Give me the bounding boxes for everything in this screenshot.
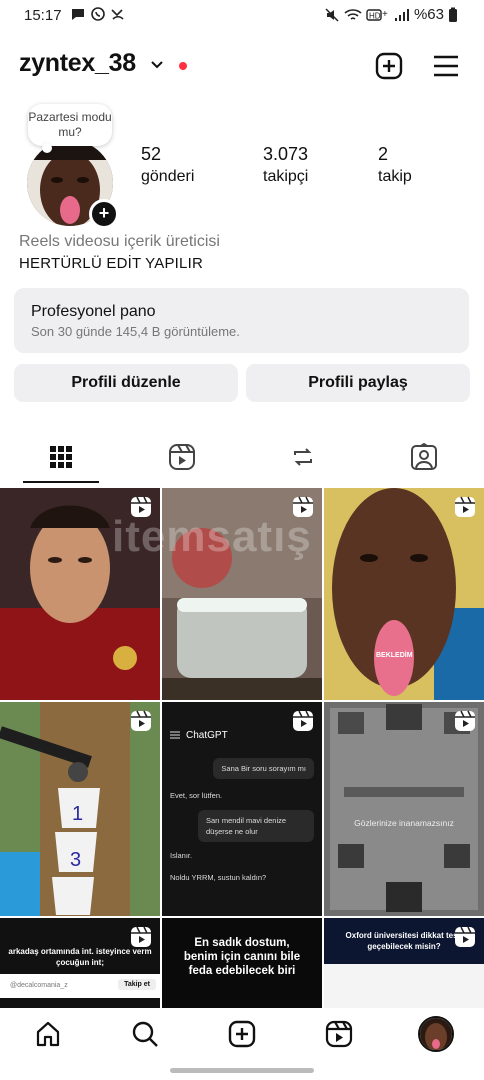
stat-followers-label: takipçi: [263, 168, 309, 185]
notification-dot: [179, 62, 187, 70]
signal-icon: [394, 8, 409, 21]
status-bar: 15:17 HD + %63: [0, 0, 484, 32]
game-caption: Gözlerinize inanamazsınız: [354, 818, 454, 828]
grid-post-5-chat[interactable]: ChatGPT Sana Bir soru sorayım mı Evet, s…: [162, 702, 322, 916]
chat-message-5: Noldu YRRM, sustun kaldın?: [170, 873, 267, 882]
stat-posts-count: 52: [141, 144, 162, 164]
svg-text:HD: HD: [369, 11, 381, 20]
home-indicator: [170, 1068, 314, 1073]
post-7-user-bar: @decalcomania_z Takip et: [0, 974, 160, 998]
note-bubble[interactable]: Pazartesi modu mu?: [28, 104, 112, 146]
chat-message-4: Islanır.: [170, 851, 193, 860]
svg-text:1: 1: [72, 803, 83, 825]
share-profile-button[interactable]: Profili paylaş: [246, 364, 470, 402]
tab-reels[interactable]: [121, 432, 242, 482]
reel-badge-icon: [455, 496, 475, 517]
reel-badge-icon: [131, 710, 151, 731]
status-time: 15:17: [24, 7, 62, 24]
chat-app-title: ChatGPT: [186, 730, 228, 741]
menu-icon[interactable]: [433, 54, 459, 78]
nav-reels[interactable]: [323, 1018, 355, 1050]
professional-dashboard[interactable]: Profesyonel pano Son 30 günde 145,4 B gö…: [14, 288, 469, 353]
post-7-text: arkadaş ortamında int. isteyince verm ço…: [8, 947, 152, 967]
post-8-text: En sadık dostum, benim için canını bile …: [183, 937, 301, 977]
post-7-follow: Takip et: [118, 979, 156, 990]
grid-post-6[interactable]: Gözlerinize inanamazsınız: [324, 702, 484, 916]
repost-icon: [293, 448, 312, 466]
tab-reposts[interactable]: [242, 432, 363, 482]
username[interactable]: zyntex_38: [19, 49, 136, 78]
chat-menu-icon: [170, 731, 180, 739]
profile-tabs: [0, 432, 484, 486]
active-tab-indicator: [23, 481, 99, 483]
reel-badge-icon: [131, 926, 151, 947]
grid-post-1[interactable]: [0, 488, 160, 700]
reel-badge-icon: [293, 496, 313, 517]
post-9-text: Oxford üniversitesi dikkat testi geçebil…: [345, 931, 463, 951]
note-bubble-tail: [42, 143, 52, 153]
nav-profile-avatar[interactable]: [418, 1016, 454, 1052]
chat-message-1: Sana Bir soru sorayım mı: [213, 758, 314, 779]
post-7-user: @decalcomania_z: [10, 982, 68, 989]
bio-category: Reels videosu içerik üreticisi: [19, 233, 220, 250]
chevron-down-icon[interactable]: [150, 60, 164, 70]
pro-dashboard-title: Profesyonel pano: [31, 303, 156, 320]
nav-search[interactable]: [129, 1018, 161, 1050]
home-icon: [36, 1021, 60, 1047]
bio-text: HERTÜRLÜ EDİT YAPILIR: [19, 255, 203, 272]
svg-text:3: 3: [70, 849, 81, 871]
tab-tagged[interactable]: [363, 432, 484, 482]
post-9-image-area: [324, 964, 484, 1008]
reel-badge-icon: [293, 710, 313, 731]
missed-call-icon: [111, 9, 124, 20]
battery-icon: [449, 7, 457, 22]
grid-post-8[interactable]: En sadık dostum, benim için canını bile …: [162, 918, 322, 1008]
profile-header: zyntex_38: [0, 46, 484, 86]
stat-posts[interactable]: 52 gönderi: [141, 144, 194, 186]
post-3-caption: BEKLEDİM: [376, 652, 413, 659]
reels-icon: [325, 1020, 353, 1048]
search-icon: [132, 1021, 158, 1047]
mute-icon: [325, 7, 339, 22]
tab-posts-grid[interactable]: [0, 432, 121, 482]
create-icon[interactable]: [375, 52, 403, 80]
add-story-button[interactable]: +: [89, 199, 119, 229]
status-system-icons: HD + %63: [324, 6, 458, 23]
grid-post-2[interactable]: [162, 488, 322, 700]
stat-followers-count: 3.073: [263, 144, 309, 164]
reel-badge-icon: [131, 496, 151, 517]
whatsapp-icon: [91, 7, 105, 21]
grid-post-9[interactable]: Oxford üniversitesi dikkat testi geçebil…: [324, 918, 484, 1008]
svg-text:+: +: [382, 9, 388, 20]
nav-create[interactable]: [226, 1018, 258, 1050]
stat-followers[interactable]: 3.073 takipçi: [263, 144, 308, 186]
create-post-icon: [228, 1020, 256, 1048]
chat-message-3: Sarı mendil mavi denize düşerse ne olur: [198, 810, 314, 842]
grid-post-4[interactable]: 1 3: [0, 702, 160, 916]
edit-profile-button[interactable]: Profili düzenle: [14, 364, 238, 402]
grid-post-7[interactable]: arkadaş ortamında int. isteyince verm ço…: [0, 918, 160, 1008]
message-icon: [72, 9, 84, 20]
tagged-icon: [410, 443, 437, 470]
grid-post-3[interactable]: BEKLEDİM: [324, 488, 484, 700]
network-hd-icon: HD +: [366, 9, 388, 21]
reel-badge-icon: [455, 926, 475, 947]
posts-grid: BEKLEDİM 1 3 ChatGPT Sana Bir soru soray…: [0, 488, 484, 1008]
chat-message-2: Evet, sor lütfen.: [170, 791, 223, 800]
nav-home[interactable]: [32, 1018, 64, 1050]
stat-following-label: takip: [378, 168, 412, 185]
bottom-nav: [0, 1008, 484, 1060]
wifi-icon: [344, 8, 362, 20]
battery-percent: %63: [413, 6, 444, 23]
stat-following-count: 2: [378, 144, 389, 164]
grid-icon: [49, 446, 72, 468]
stat-following[interactable]: 2 takip: [378, 144, 412, 186]
reels-icon: [168, 444, 195, 470]
status-notification-icons: [70, 6, 126, 22]
pro-dashboard-subtitle: Son 30 günde 145,4 B görüntüleme.: [31, 324, 240, 339]
stat-posts-label: gönderi: [141, 168, 195, 185]
reel-badge-icon: [455, 710, 475, 731]
